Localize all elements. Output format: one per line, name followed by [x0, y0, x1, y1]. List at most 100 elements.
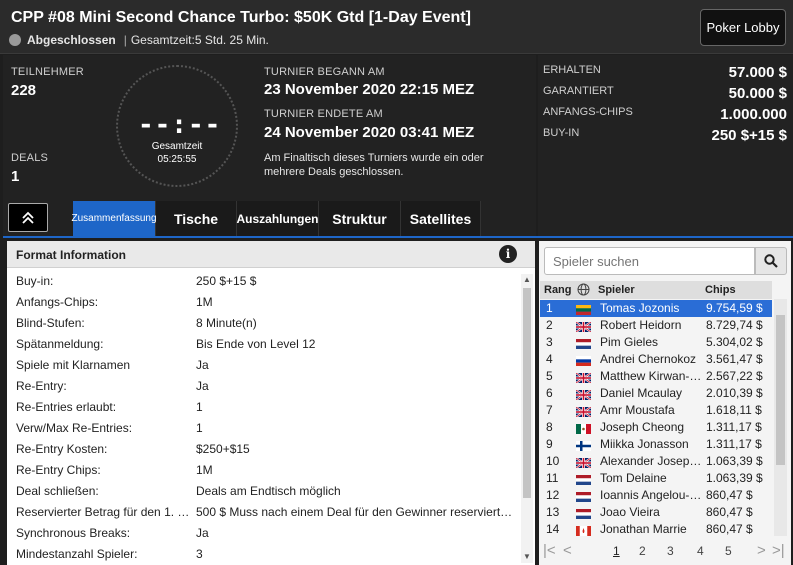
received-value: 57.000 $: [728, 64, 787, 81]
tab-tables[interactable]: Tische: [156, 201, 237, 236]
player-chips: 5.304,02 $: [706, 335, 763, 349]
next-page-icon[interactable]: >: [757, 542, 766, 559]
clock-label: Gesamtzeit: [151, 141, 203, 152]
player-chips: 860,47 $: [706, 522, 753, 536]
page-number[interactable]: 2: [639, 544, 646, 558]
player-row[interactable]: 10 Alexander Josephides1.063,39 $: [540, 453, 772, 470]
prev-page-icon[interactable]: <: [563, 542, 572, 559]
flag-ca-icon: [576, 525, 591, 536]
player-rank: 6: [546, 386, 553, 400]
players-scroll-thumb[interactable]: [776, 315, 785, 465]
player-name: Tom Delaine: [600, 471, 667, 485]
player-row[interactable]: 7 Amr Moustafa 1.618,11 $: [540, 402, 772, 419]
tab-satellites[interactable]: Satellites: [401, 201, 481, 236]
format-row: Verw/Max Re-Entries: 1: [7, 417, 517, 438]
player-rank: 7: [546, 403, 553, 417]
player-rank: 4: [546, 352, 553, 366]
col-player[interactable]: Spieler: [598, 284, 635, 296]
tab-summary[interactable]: Zusammenfassung: [71, 201, 157, 236]
format-row: Re-Entry Chips: 1M: [7, 459, 517, 480]
player-name: Miikka Jonasson: [600, 437, 689, 451]
scroll-up-icon[interactable]: ▲: [521, 274, 533, 286]
player-row[interactable]: 12 Ioannis Angelou-Konstas860,47 $: [540, 487, 772, 504]
tab-payouts[interactable]: Auszahlungen: [237, 201, 319, 236]
player-rank: 13: [546, 505, 560, 519]
tab-bar: Zusammenfassung Tische Auszahlungen Stru…: [71, 201, 481, 236]
page-number[interactable]: 5: [725, 544, 732, 558]
scroll-down-icon[interactable]: ▼: [521, 551, 533, 563]
info-icon[interactable]: i: [499, 245, 517, 263]
globe-icon[interactable]: [577, 283, 590, 299]
players-table-header: Rang Spieler Chips: [540, 281, 772, 299]
received-label: ERHALTEN: [543, 64, 601, 76]
deals-label: DEALS: [11, 152, 49, 164]
format-key: Re-Entry Chips:: [16, 462, 101, 477]
player-chips: 1.063,39 $: [706, 471, 763, 485]
format-key: Re-Entries erlaubt:: [16, 399, 117, 414]
player-name: Matthew Kirwan-Taylor: [600, 369, 704, 383]
col-chips[interactable]: Chips: [705, 284, 736, 296]
player-row[interactable]: 2 Robert Heidorn 8.729,74 $: [540, 317, 772, 334]
player-row[interactable]: 4 Andrei Chernokoz 3.561,47 $: [540, 351, 772, 368]
player-chips: 2.010,39 $: [706, 386, 763, 400]
player-rank: 5: [546, 369, 553, 383]
players-scrollbar[interactable]: [774, 299, 787, 536]
format-scroll-thumb[interactable]: [523, 288, 531, 498]
player-row[interactable]: 9 Miikka Jonasson 1.311,17 $: [540, 436, 772, 453]
format-row: Spiele mit Klarnamen Ja: [7, 354, 517, 375]
player-chips: 1.311,17 $: [706, 420, 762, 434]
collapse-button[interactable]: [8, 203, 48, 232]
player-row[interactable]: 3 Pim Gieles 5.304,02 $: [540, 334, 772, 351]
player-name: Ioannis Angelou-Konstas: [600, 488, 704, 502]
end-label: TURNIER ENDETE AM: [264, 108, 383, 120]
player-row[interactable]: 11 Tom Delaine 1.063,39 $: [540, 470, 772, 487]
format-value: 3: [196, 546, 203, 561]
format-scrollbar[interactable]: ▲ ▼: [521, 274, 533, 563]
player-chips: 8.729,74 $: [706, 318, 763, 332]
page-number[interactable]: 3: [667, 544, 674, 558]
player-name: Amr Moustafa: [600, 403, 675, 417]
player-chips: 860,47 $: [706, 505, 753, 519]
flag-gb-icon: [575, 372, 592, 384]
player-chips: 860,47 $: [706, 488, 753, 502]
format-row: Buy-in: 250 $+15 $: [7, 270, 517, 291]
player-row[interactable]: 1 Tomas Jozonis 9.754,59 $: [540, 300, 772, 317]
flag-nl-icon: [576, 491, 591, 502]
clock-digits: --:--: [138, 110, 222, 140]
participants-label: TEILNEHMER: [11, 66, 84, 78]
page-number[interactable]: 1: [613, 544, 620, 558]
search-button[interactable]: [755, 247, 787, 275]
format-value: 1: [196, 399, 203, 414]
duration-text: Gesamtzeit:5 Std. 25 Min.: [130, 33, 269, 47]
player-row[interactable]: 13 Joao Vieira 860,47 $: [540, 504, 772, 521]
player-search-input[interactable]: [544, 247, 755, 275]
player-row[interactable]: 8 Joseph Cheong 1.311,17 $: [540, 419, 772, 436]
first-page-icon[interactable]: |<: [543, 542, 556, 559]
player-name: Tomas Jozonis: [600, 301, 680, 315]
last-page-icon[interactable]: >|: [772, 542, 785, 559]
pagination: |< < 1 2 3 4 5 > >|: [539, 541, 791, 563]
tab-structure[interactable]: Struktur: [319, 201, 401, 236]
poker-lobby-button[interactable]: Poker Lobby: [700, 9, 786, 46]
col-rank[interactable]: Rang: [544, 284, 572, 296]
flag-nl-icon: [576, 474, 591, 485]
format-row: Reservierter Betrag für den 1. Platz 500 …: [7, 501, 517, 522]
format-value: 1M: [196, 294, 213, 309]
format-key: Anfangs-Chips:: [16, 294, 99, 309]
format-key: Spätanmeldung:: [16, 336, 104, 351]
format-value: Ja: [196, 525, 209, 540]
player-chips: 1.311,17 $: [706, 437, 762, 451]
player-row[interactable]: 6 Daniel Mcaulay 2.010,39 $: [540, 385, 772, 402]
player-row[interactable]: 14 Jonathan Marrie 860,47 $: [540, 521, 772, 538]
format-row: Spätanmeldung: Bis Ende von Level 12: [7, 333, 517, 354]
format-information-panel: Format Information i Buy-in: 250 $+15 $ An…: [7, 241, 535, 565]
format-row: Blind-Stufen: 8 Minute(n): [7, 312, 517, 333]
format-value: 1M: [196, 462, 213, 477]
player-row[interactable]: 5 Matthew Kirwan-Taylor2.567,22 $: [540, 368, 772, 385]
format-row: Synchronous Breaks: Ja: [7, 522, 517, 543]
format-key: Spiele mit Klarnamen: [16, 357, 131, 372]
player-rank: 8: [546, 420, 553, 434]
page-number[interactable]: 4: [697, 544, 704, 558]
format-row: Anfangs-Chips: 1M: [7, 291, 517, 312]
player-name: Pim Gieles: [600, 335, 659, 349]
